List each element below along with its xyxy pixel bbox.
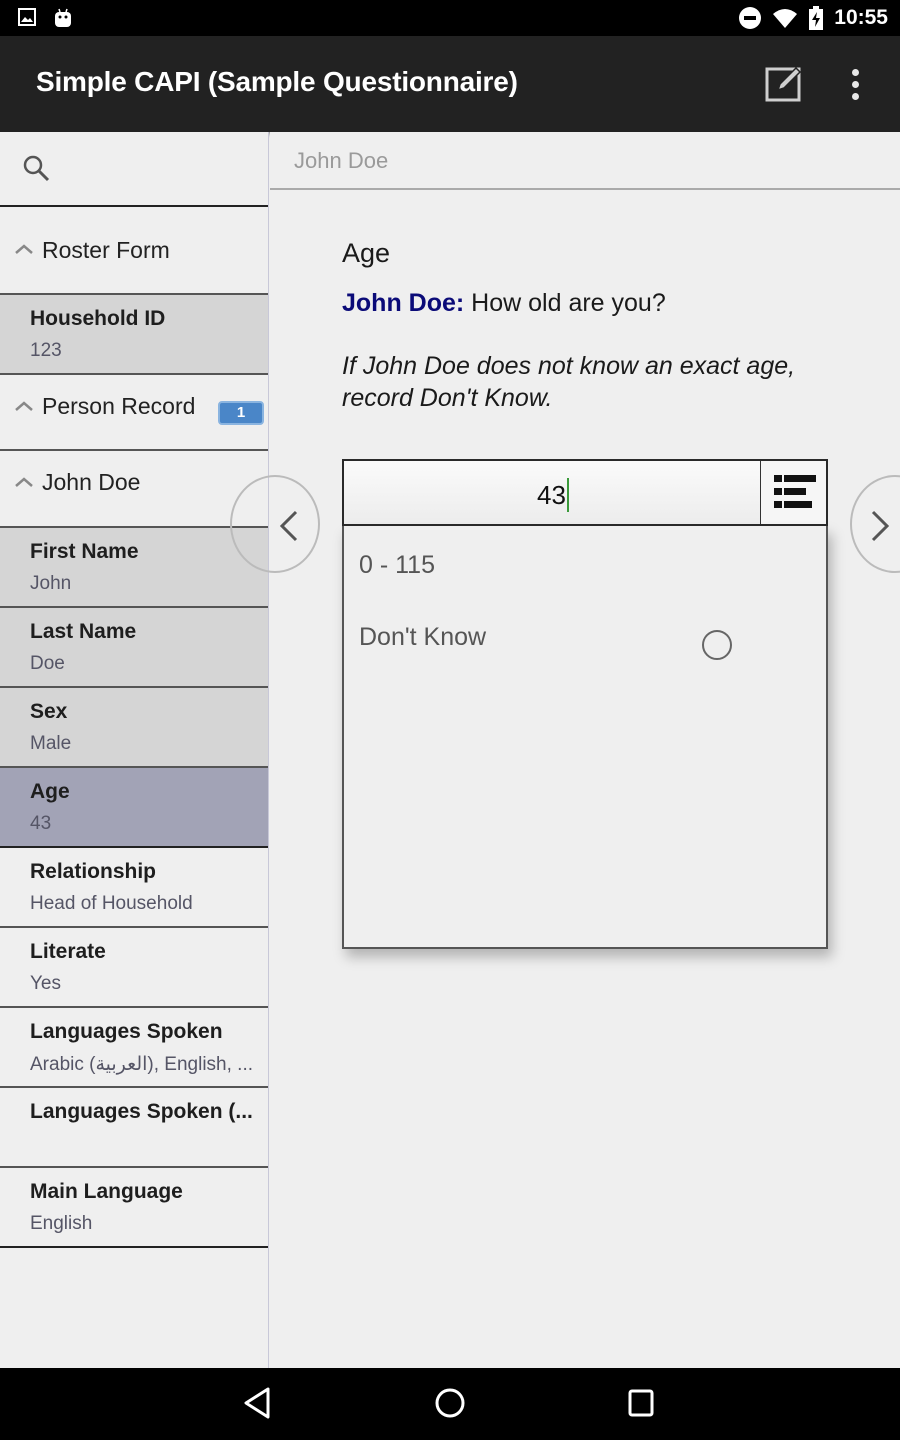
wifi-icon	[773, 9, 798, 28]
field-label: Last Name	[30, 620, 137, 643]
field-languages-spoken-other[interactable]: Languages Spoken (...	[0, 1088, 268, 1168]
field-value: Head of Household	[30, 893, 193, 914]
search-button[interactable]	[0, 132, 268, 207]
respondent-name: John Doe:	[342, 289, 465, 317]
field-label: Literate	[30, 940, 106, 963]
question-title: Age	[342, 238, 391, 268]
field-label: Main Language	[30, 1180, 183, 1203]
search-icon	[23, 155, 50, 182]
field-sex[interactable]: Sex Male	[0, 688, 268, 768]
overflow-dot	[851, 80, 859, 88]
field-value: 123	[30, 340, 62, 361]
field-label: Household ID	[30, 307, 166, 330]
field-household-id[interactable]: Household ID 123	[0, 295, 268, 375]
show-options-button[interactable]	[760, 461, 826, 524]
back-button[interactable]	[242, 1386, 272, 1425]
field-label: Languages Spoken	[30, 1020, 223, 1043]
field-value: John	[30, 573, 72, 594]
group-label: Person Record	[42, 393, 196, 419]
option-dont-know-radio[interactable]	[702, 630, 732, 660]
age-input[interactable]: 43	[342, 459, 828, 526]
field-label: Sex	[30, 700, 68, 723]
overflow-menu-icon	[851, 68, 859, 76]
group-roster-form[interactable]: Roster Form	[0, 207, 268, 295]
field-languages-spoken[interactable]: Languages Spoken Arabic (العربية), Engli…	[0, 1008, 268, 1088]
do-not-disturb-icon	[739, 7, 762, 29]
chevron-up-icon	[15, 401, 33, 411]
field-age-current[interactable]: Age 43	[0, 768, 268, 848]
group-person-record[interactable]: Person Record 1	[0, 375, 268, 451]
group-john-doe[interactable]: John Doe	[0, 451, 268, 528]
image-notification-icon	[18, 8, 36, 26]
field-value: Male	[30, 733, 72, 754]
field-value: Doe	[30, 653, 65, 674]
clock: 10:55	[834, 6, 888, 29]
field-relationship[interactable]: Relationship Head of Household	[0, 848, 268, 928]
overflow-dot	[851, 92, 859, 100]
back-icon	[244, 1387, 270, 1419]
chevron-up-icon	[15, 477, 33, 487]
list-icon	[774, 475, 816, 508]
question-prompt: How old are you?	[471, 289, 666, 317]
valid-range-hint: 0 - 115	[359, 551, 435, 579]
field-label: Languages Spoken (...	[30, 1100, 253, 1123]
app-title: Simple CAPI (Sample Questionnaire)	[36, 66, 518, 97]
home-button[interactable]	[434, 1386, 466, 1425]
field-value: Arabic (العربية), English, ...	[30, 1054, 254, 1075]
status-bar: 10:55	[0, 0, 900, 36]
occurrence-count-badge: 1	[218, 401, 264, 425]
question-text: John Doe: How old are you?	[342, 289, 666, 318]
home-icon	[435, 1388, 465, 1418]
case-tree-sidebar: Roster Form Household ID 123 Person Reco…	[0, 132, 269, 1368]
recents-icon	[628, 1389, 654, 1417]
recents-button[interactable]	[627, 1386, 657, 1425]
breadcrumb-text: John Doe	[294, 148, 389, 173]
question-panel: John Doe Age John Doe: How old are you? …	[230, 132, 900, 1368]
field-label: First Name	[30, 540, 139, 563]
option-dont-know-label[interactable]: Don't Know	[359, 623, 486, 652]
field-first-name[interactable]: First Name John	[0, 528, 268, 608]
edit-button[interactable]	[764, 66, 808, 102]
chevron-up-icon	[15, 244, 33, 254]
field-value: English	[30, 1213, 93, 1234]
chevron-left-icon	[279, 510, 298, 542]
field-value: Yes	[30, 973, 61, 994]
field-last-name[interactable]: Last Name Doe	[0, 608, 268, 688]
battery-charging-icon	[809, 6, 824, 30]
field-label: Age	[30, 780, 70, 803]
age-input-value: 43	[537, 480, 566, 510]
options-dropdown: 0 - 115 Don't Know	[342, 526, 828, 949]
chevron-right-icon	[871, 510, 890, 542]
edit-icon	[765, 66, 802, 102]
group-label: Roster Form	[42, 237, 170, 263]
text-caret	[566, 478, 569, 512]
breadcrumb: John Doe	[270, 132, 900, 190]
field-main-language[interactable]: Main Language English	[0, 1168, 268, 1248]
field-literate[interactable]: Literate Yes	[0, 928, 268, 1008]
overflow-menu-button[interactable]	[840, 66, 870, 102]
app-bar: Simple CAPI (Sample Questionnaire)	[0, 36, 900, 132]
field-value: 43	[30, 813, 52, 834]
next-field-button[interactable]	[850, 475, 900, 573]
android-debug-icon	[55, 8, 71, 27]
field-label: Relationship	[30, 860, 157, 883]
system-navigation-bar	[0, 1368, 900, 1440]
group-label: John Doe	[42, 469, 141, 495]
question-instruction: If John Doe does not know an exact age, …	[342, 352, 796, 412]
previous-field-button[interactable]	[230, 475, 320, 573]
